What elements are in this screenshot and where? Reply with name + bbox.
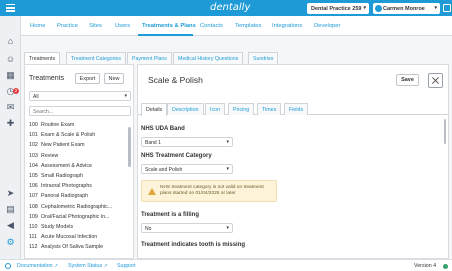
nhs-uda-band-select[interactable]: Band 1 ▾ (141, 137, 233, 147)
chart-icon[interactable]: ▤ (5, 204, 16, 215)
save-button[interactable]: Save (396, 74, 419, 86)
nav-active-indicator (138, 34, 193, 36)
nav-treatments-plans[interactable]: Treatments & Plans (142, 23, 196, 29)
filling-select[interactable]: No ▾ (141, 223, 233, 233)
chevron-down-icon: ▾ (434, 5, 437, 11)
treatments-list: 100 Routine Exam 101 Exam & Scale & Polish… (29, 120, 127, 252)
list-item[interactable]: 109 Oral/Facial Photographic In... (29, 212, 127, 222)
inbox-icon[interactable]: ✉ (5, 102, 16, 113)
list-item[interactable]: 103 Review (29, 151, 127, 161)
settings-nav: Home Practice Sites Users Treatments & P… (21, 16, 452, 36)
list-item[interactable]: 110 Study Models (29, 222, 127, 232)
chevron-down-icon: ▾ (226, 139, 229, 145)
filling-value: No (145, 226, 152, 232)
megaphone-icon[interactable]: ◀ (5, 220, 16, 231)
list-item[interactable]: 101 Exam & Scale & Polish (29, 130, 127, 140)
filter-value: All (33, 94, 39, 100)
avatar (375, 5, 382, 12)
list-item[interactable]: 108 Cephalometric Radiographic... (29, 202, 127, 212)
list-item[interactable]: 102 New Patient Exam (29, 140, 127, 150)
notification-badge: 2 (13, 88, 19, 94)
filter-select[interactable]: All ▾ (29, 91, 131, 101)
status-indicator (443, 263, 448, 269)
list-item[interactable]: 104 Assessment & Advice (29, 161, 127, 171)
nav-contacts[interactable]: Contacts (200, 23, 223, 29)
detail-scrollbar[interactable] (444, 119, 446, 144)
calendar-icon[interactable]: ▦ (5, 70, 16, 81)
nhs-category-label: NHS Treatment Category (141, 153, 212, 159)
documentation-link[interactable]: Documentation ↗ (17, 263, 58, 269)
warning-message: NHS treatment category is not valid on t… (160, 185, 264, 197)
practice-selector[interactable]: Dental Practice 259 ▾ (307, 3, 369, 14)
expand-icon[interactable] (428, 73, 443, 88)
user-menu[interactable]: Carmen Monroe ▾ (373, 3, 440, 14)
detail-tabs: Details Description Icon Pricing Times F… (138, 101, 448, 116)
warning-icon (148, 188, 156, 195)
nhs-uda-band-label: NHS UDA Band (141, 126, 185, 132)
brand-logo: dentally (210, 2, 251, 13)
tab-description[interactable]: Description (167, 103, 204, 115)
tab-payment-plans[interactable]: Payment Plans (127, 52, 172, 64)
people-icon[interactable]: ☺ (5, 54, 16, 65)
chevron-down-icon: ▾ (363, 5, 366, 11)
treatment-detail-panel: Scale & Polish Save Details Description … (137, 64, 449, 259)
nhs-uda-band-value: Band 1 (145, 140, 161, 146)
send-icon[interactable]: ➤ (5, 188, 16, 199)
filling-label: Treatment is a filling (141, 212, 200, 218)
nav-practice[interactable]: Practice (57, 23, 78, 29)
add-user-icon[interactable]: ✚ (5, 118, 16, 129)
external-link-icon: ↗ (54, 263, 58, 268)
user-name: Carmen Monroe (383, 5, 425, 12)
nhs-warning-alert: NHS treatment category is not valid on t… (141, 180, 277, 202)
list-item[interactable]: 107 Panoral Radiograph (29, 191, 127, 201)
list-item[interactable]: 100 Routine Exam (29, 120, 127, 130)
chevron-down-icon: ▾ (226, 166, 229, 172)
nav-developer[interactable]: Developer (314, 23, 340, 29)
list-item[interactable]: 106 Intraoral Photographs (29, 181, 127, 191)
nav-templates[interactable]: Templates (235, 23, 261, 29)
list-item[interactable]: 112 Analysis Of Saliva Sample (29, 242, 127, 252)
list-title: Treatments (29, 75, 65, 82)
list-item[interactable]: 111 Acute Mucosal Infection (29, 232, 127, 242)
support-link[interactable]: Support (117, 263, 136, 269)
help-icon (5, 263, 11, 269)
settings-icon[interactable]: ⚙ (5, 237, 16, 248)
chevron-down-icon: ▾ (226, 225, 229, 231)
treatment-title: Scale & Polish (148, 75, 203, 85)
menu-icon[interactable] (6, 4, 15, 12)
export-button[interactable]: Export (75, 73, 100, 84)
tab-treatment-categories[interactable]: Treatment Categories (66, 52, 126, 64)
treatment-subtabs: Treatments Treatment Categories Payment … (21, 48, 452, 65)
chevron-down-icon: ▾ (124, 93, 127, 99)
new-button[interactable]: New (104, 73, 124, 84)
list-item[interactable]: 105 Small Radiograph (29, 171, 127, 181)
practice-name: Dental Practice 259 (311, 5, 362, 12)
list-scrollbar[interactable] (128, 127, 131, 167)
top-bar: dentally Dental Practice 259 ▾ Carmen Mo… (0, 0, 452, 16)
nav-integrations[interactable]: Integrations (272, 23, 302, 29)
nav-home[interactable]: Home (30, 23, 45, 29)
tab-fields[interactable]: Fields (284, 103, 309, 115)
tab-pricing[interactable]: Pricing (228, 103, 255, 115)
treatments-list-panel: Treatments Export New All ▾ Search... 10… (24, 64, 134, 259)
version-label: Version 4 (414, 263, 437, 269)
window-icon[interactable] (443, 4, 451, 12)
footer: Documentation ↗ System Status ↗ Support … (0, 259, 452, 271)
nav-sites[interactable]: Sites (89, 23, 102, 29)
tab-icon[interactable]: Icon (205, 103, 226, 115)
nhs-category-value: Scale and Polish (145, 167, 183, 173)
tab-details[interactable]: Details (141, 103, 168, 116)
missing-tooth-label: Treatment indicates tooth is missing (141, 242, 246, 248)
home-icon[interactable]: ⌂ (5, 36, 16, 47)
search-input[interactable]: Search... (29, 106, 131, 116)
nhs-category-select[interactable]: Scale and Polish ▾ (141, 164, 233, 174)
external-link-icon: ↗ (103, 263, 108, 268)
icon-rail: ⌂ ☺ ▦ ◷ 2 ✉ ✚ ➤ ▤ ◀ ⚙ (0, 16, 21, 259)
tab-medical-history-questions[interactable]: Medical History Questions (173, 52, 244, 64)
nav-users[interactable]: Users (115, 23, 130, 29)
system-status-link[interactable]: System Status ↗ (68, 263, 107, 269)
tab-sundries[interactable]: Sundries (248, 52, 279, 64)
tab-times[interactable]: Times (257, 103, 282, 115)
